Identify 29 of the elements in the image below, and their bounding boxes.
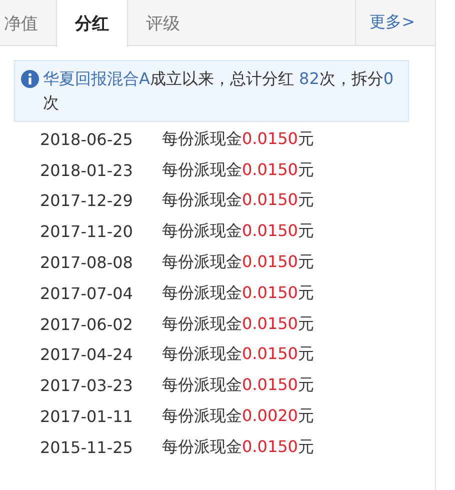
fund-link[interactable]: 华夏回报混合A bbox=[43, 69, 150, 88]
dividend-amount: 每份派现金0.0150元 bbox=[162, 314, 314, 335]
dividend-amount: 每份派现金0.0150元 bbox=[162, 344, 314, 366]
tab[interactable]: 分红 bbox=[56, 0, 128, 47]
dividend-amount: 每份派现金0.0150元 bbox=[162, 252, 314, 274]
dividend-date: 2018-06-25 bbox=[40, 130, 134, 149]
dividend-date: 2017-11-20 bbox=[40, 222, 134, 242]
dividend-amount: 每份派现金0.0020元 bbox=[162, 406, 314, 428]
dividend-amount: 每份派现金0.0150元 bbox=[162, 190, 314, 212]
dividend-amount: 每份派现金0.0150元 bbox=[162, 160, 314, 181]
dividend-date: 2017-12-29 bbox=[40, 191, 134, 210]
info-icon bbox=[21, 70, 39, 88]
dividend-amount: 每份派现金0.0150元 bbox=[162, 128, 314, 150]
dividend-date: 2017-01-11 bbox=[40, 407, 134, 426]
dividend-date: 2018-01-23 bbox=[40, 160, 134, 180]
dividend-date: 2015-11-25 bbox=[40, 438, 134, 457]
dividend-date: 2017-03-23 bbox=[40, 376, 134, 396]
dividend-date: 2017-04-24 bbox=[40, 345, 134, 364]
dividend-date: 2017-06-02 bbox=[40, 314, 134, 334]
dividend-date: 2017-07-04 bbox=[40, 284, 134, 303]
dividend-amount: 每份派现金0.0150元 bbox=[162, 375, 314, 396]
tab[interactable]: 评级 bbox=[128, 0, 198, 46]
dividend-amount: 每份派现金0.0150元 bbox=[162, 221, 314, 242]
dividend-amount: 每份派现金0.0150元 bbox=[162, 282, 314, 304]
more-link[interactable]: 更多> bbox=[354, 0, 435, 45]
summary-notice: 华夏回报混合A成立以来，总计分红 82次，拆分0 次 bbox=[14, 60, 409, 122]
tab[interactable]: 净值 bbox=[0, 0, 56, 46]
dividend-amount: 每份派现金0.0150元 bbox=[162, 436, 314, 458]
dividend-date: 2017-08-08 bbox=[40, 253, 134, 272]
